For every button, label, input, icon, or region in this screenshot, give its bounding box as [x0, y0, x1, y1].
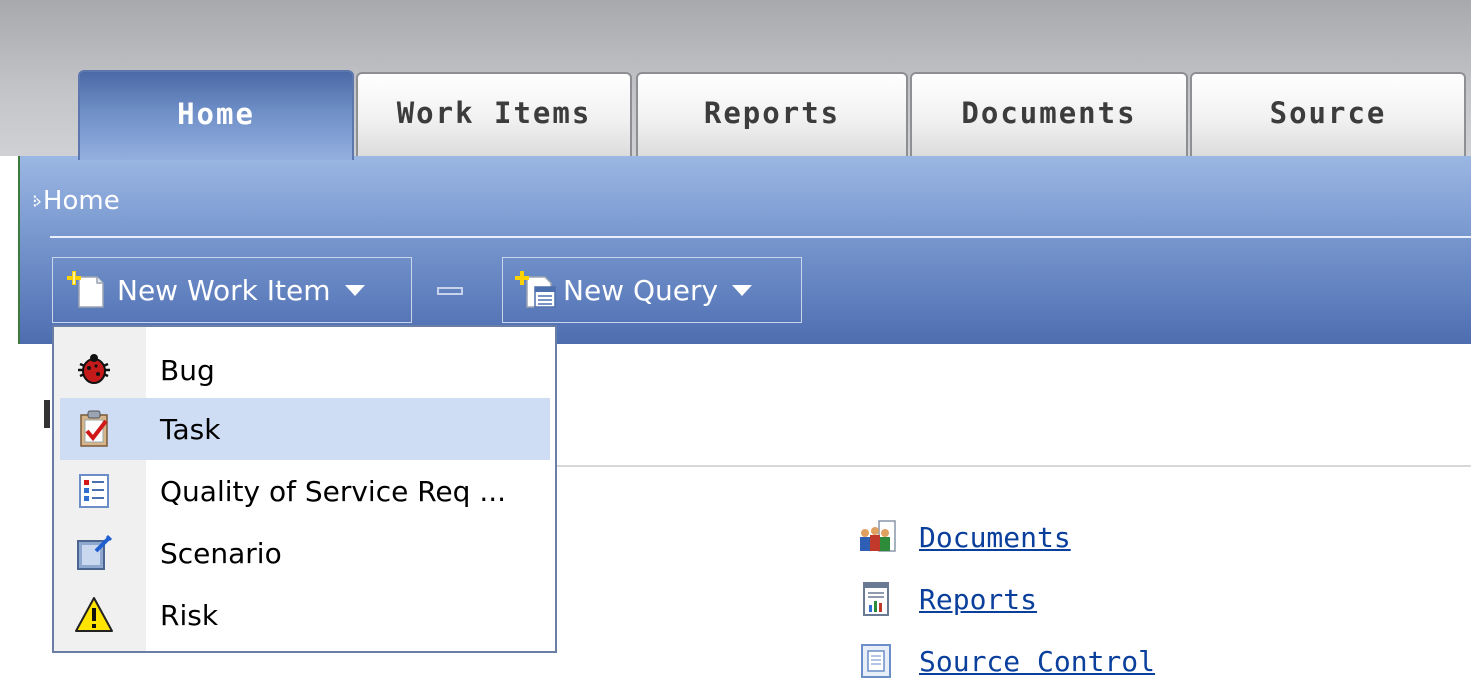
menu-item-risk-label: Risk [160, 598, 219, 632]
content-divider [547, 465, 1471, 467]
menu-item-quality-of-service[interactable]: Quality of Service Req ... [60, 460, 550, 522]
menu-item-quality-of-service-label: Quality of Service Req ... [160, 474, 507, 508]
tab-documents-label: Documents [961, 96, 1137, 130]
divider [50, 236, 1471, 238]
quick-link-reports[interactable]: Reports [857, 568, 1155, 630]
new-query-icon [515, 271, 556, 308]
tab-source-label: Source [1269, 96, 1387, 130]
menu-item-task-label: Task [160, 412, 221, 446]
tab-reports-label: Reports [703, 96, 841, 130]
tab-home[interactable]: Home [78, 70, 354, 160]
tab-home-label: Home [177, 97, 255, 131]
menu-item-bug[interactable]: Bug [60, 339, 550, 401]
chevron-down-icon [344, 284, 365, 296]
tab-documents[interactable]: Documents [910, 72, 1188, 156]
content-marker [44, 400, 50, 428]
scenario-icon [77, 535, 112, 570]
new-item-icon [67, 271, 104, 308]
chevron-down-icon [732, 284, 753, 296]
quick-link-documents[interactable]: Documents [857, 506, 1155, 568]
new-query-label: New Query [563, 273, 719, 307]
bug-icon [78, 354, 110, 384]
tab-source[interactable]: Source [1190, 72, 1466, 156]
quick-link-source-control[interactable]: Source Control [857, 630, 1155, 692]
menu-item-risk[interactable]: Risk [60, 584, 550, 646]
tab-work-items-label: Work Items [396, 96, 592, 130]
quick-link-source-control-label[interactable]: Source Control [919, 645, 1155, 678]
documents-people-icon [860, 520, 896, 552]
requirement-icon [79, 474, 109, 508]
breadcrumb-grip-icon: ⁝› [32, 190, 42, 212]
new-work-item-menu: Bug Task Quality of Service Req ... Scen… [52, 325, 557, 653]
breadcrumb-label: Home [42, 186, 120, 216]
menu-item-scenario-label: Scenario [160, 536, 282, 570]
breadcrumb[interactable]: ⁝› Home [32, 186, 120, 216]
report-icon [863, 582, 889, 616]
source-control-icon [861, 644, 891, 678]
quick-link-reports-label[interactable]: Reports [919, 583, 1037, 616]
new-query-button[interactable]: New Query [502, 257, 802, 323]
task-icon [80, 410, 108, 447]
tab-reports[interactable]: Reports [636, 72, 908, 156]
menu-item-bug-label: Bug [160, 353, 215, 387]
quick-links: Documents Reports Source Control [857, 506, 1155, 692]
quick-link-documents-label[interactable]: Documents [919, 521, 1071, 554]
new-work-item-label: New Work Item [117, 273, 331, 307]
risk-warning-icon [75, 597, 113, 632]
menu-item-scenario[interactable]: Scenario [60, 522, 550, 584]
menu-item-task[interactable]: Task [60, 398, 550, 460]
new-work-item-button[interactable]: New Work Item [52, 257, 412, 323]
toolbar-separator [437, 287, 463, 295]
tab-work-items[interactable]: Work Items [356, 72, 632, 156]
